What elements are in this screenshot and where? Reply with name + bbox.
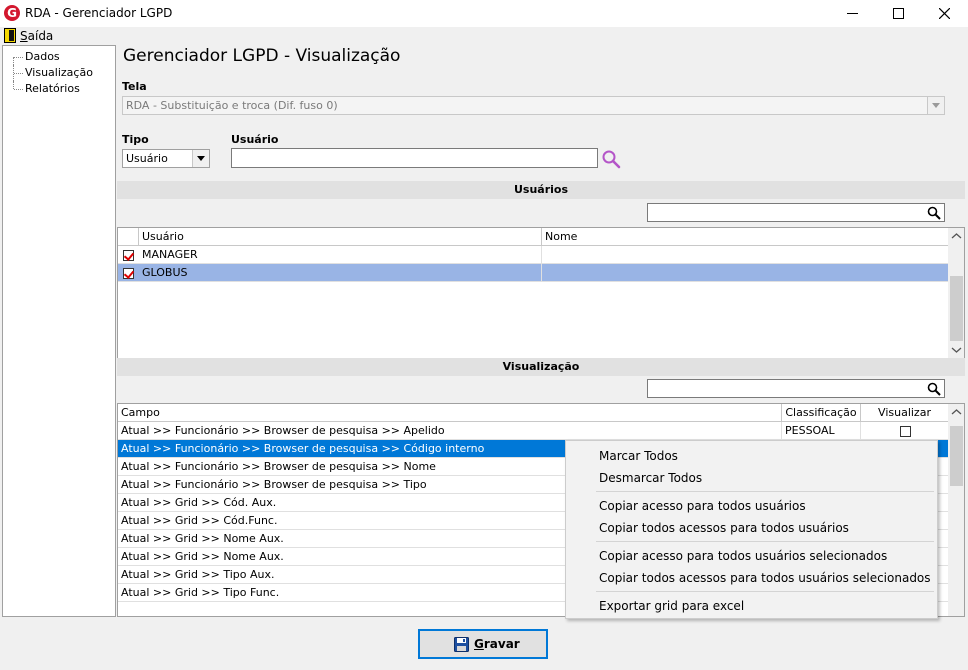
users-grid: Usuário Nome MANAGER GLOBUS	[117, 227, 965, 359]
app-logo-icon: G	[4, 5, 20, 21]
column-header-usuario[interactable]: Usuário	[139, 228, 542, 246]
usuario-input[interactable]	[231, 148, 598, 168]
row-checkbox[interactable]	[123, 268, 134, 279]
chevron-down-icon	[927, 97, 944, 114]
view-search-input[interactable]	[647, 379, 945, 398]
users-grid-header: Usuário Nome	[118, 228, 948, 246]
scrollbar-thumb[interactable]	[950, 426, 963, 486]
menu-item-exportar-excel[interactable]: Exportar grid para excel	[599, 599, 744, 613]
exit-door-icon	[4, 28, 16, 43]
menu-item-copiar-acesso-selecionados[interactable]: Copiar acesso para todos usuários seleci…	[599, 549, 887, 563]
tipo-select[interactable]: Usuário	[122, 149, 210, 168]
maximize-icon	[893, 8, 904, 19]
page-title: Gerenciador LGPD - Visualização	[123, 46, 401, 66]
chevron-down-icon[interactable]	[192, 150, 209, 167]
context-menu: Marcar Todos Desmarcar Todos Copiar aces…	[565, 440, 938, 619]
menu-separator	[596, 491, 934, 492]
save-button[interactable]: Gravar	[418, 629, 548, 659]
view-grid-header: Campo Classificação Visualizar	[118, 404, 948, 422]
column-header-classificacao[interactable]: Classificação	[782, 404, 861, 422]
view-section-header: Visualização	[117, 358, 965, 376]
tela-label: Tela	[122, 80, 147, 93]
usuario-search-button[interactable]	[601, 149, 621, 169]
column-header-campo[interactable]: Campo	[118, 404, 782, 422]
row-checkbox[interactable]	[123, 250, 134, 261]
menu-exit[interactable]: Saída	[20, 29, 53, 43]
column-header-visualizar[interactable]: Visualizar	[861, 404, 948, 422]
users-section-header: Usuários	[117, 181, 965, 199]
table-row[interactable]: MANAGER	[118, 246, 948, 264]
column-header-nome[interactable]: Nome	[542, 228, 948, 246]
minimize-icon	[847, 13, 858, 14]
menu-item-copiar-todos-acessos-selecionados[interactable]: Copiar todos acessos para todos usuários…	[599, 571, 931, 585]
menu-separator	[596, 591, 934, 592]
save-button-label: Gravar	[474, 637, 520, 651]
magnifier-icon[interactable]	[927, 206, 941, 220]
navigation-tree: Dados Visualização Relatórios	[2, 45, 116, 617]
cell-campo: Atual >> Funcionário >> Browser de pesqu…	[118, 422, 782, 440]
menu-separator	[596, 541, 934, 542]
chevron-down-icon[interactable]	[948, 341, 965, 358]
cell-visualizar	[861, 422, 948, 440]
menu-item-copiar-acesso-todos[interactable]: Copiar acesso para todos usuários	[599, 499, 806, 513]
users-search-input[interactable]	[647, 203, 945, 222]
cell-classificacao: PESSOAL	[782, 422, 861, 440]
window-title: RDA - Gerenciador LGPD	[25, 6, 173, 20]
tipo-label: Tipo	[122, 133, 149, 146]
menu-bar: Saída	[0, 27, 968, 45]
menu-item-copiar-todos-acessos-todos[interactable]: Copiar todos acessos para todos usuários	[599, 521, 849, 535]
menu-item-desmarcar-todos[interactable]: Desmarcar Todos	[599, 471, 702, 485]
maximize-button[interactable]	[876, 0, 922, 27]
minimize-button[interactable]	[830, 0, 876, 27]
tela-select: RDA - Substituição e troca (Dif. fuso 0)	[122, 96, 945, 115]
menu-item-marcar-todos[interactable]: Marcar Todos	[599, 449, 678, 463]
title-bar: G RDA - Gerenciador LGPD	[0, 0, 968, 27]
scrollbar-thumb[interactable]	[950, 276, 963, 341]
table-row[interactable]: Atual >> Funcionário >> Browser de pesqu…	[118, 422, 948, 440]
floppy-disk-icon	[454, 637, 469, 652]
usuario-label: Usuário	[231, 133, 279, 146]
chevron-up-icon[interactable]	[948, 404, 965, 421]
visualizar-checkbox[interactable]	[900, 426, 911, 437]
close-button[interactable]	[922, 0, 968, 27]
view-grid-scrollbar[interactable]	[948, 404, 965, 616]
chevron-up-icon[interactable]	[948, 228, 965, 245]
magnifier-icon[interactable]	[927, 382, 941, 396]
table-row[interactable]: GLOBUS	[118, 264, 948, 282]
magnifier-icon	[602, 150, 621, 169]
close-icon	[939, 8, 950, 19]
users-grid-scrollbar[interactable]	[948, 228, 965, 358]
